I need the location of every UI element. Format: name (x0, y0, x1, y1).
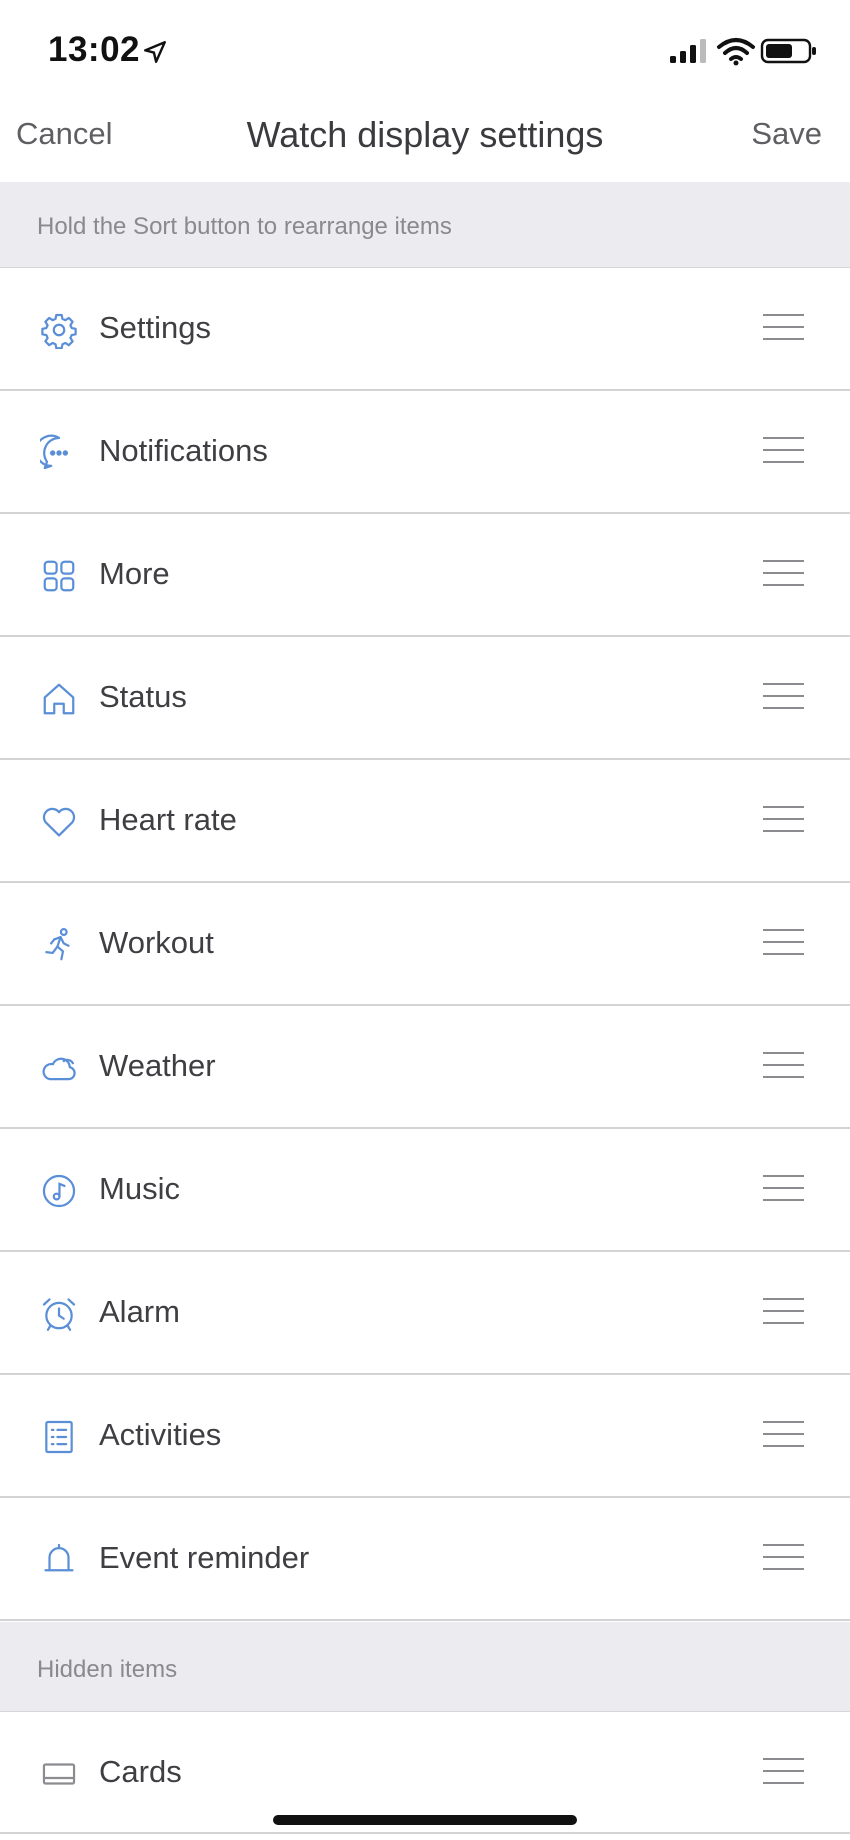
list-icon (40, 1418, 78, 1456)
running-icon (40, 926, 78, 964)
sort-handle[interactable] (763, 1298, 804, 1324)
list-item-label: Alarm (99, 1294, 180, 1329)
home-indicator[interactable] (273, 1815, 577, 1825)
sort-handle[interactable] (763, 806, 804, 832)
sort-hint: Hold the Sort button to rearrange items (37, 213, 452, 240)
location-arrow-icon (144, 41, 166, 63)
list-item-weather[interactable]: Weather (0, 1006, 850, 1129)
cloud-icon (40, 1049, 78, 1087)
grid-icon (40, 557, 78, 595)
list-item-activities[interactable]: Activities (0, 1375, 850, 1498)
sort-handle[interactable] (763, 1544, 804, 1570)
status-time: 13:02 (48, 30, 141, 69)
sort-handle[interactable] (763, 314, 804, 340)
hidden-items-title: Hidden items (37, 1656, 178, 1683)
home-icon (40, 680, 78, 718)
wifi-icon (717, 38, 755, 66)
list-item-workout[interactable]: Workout (0, 883, 850, 1006)
list-item-label: Heart rate (99, 802, 237, 837)
list-item-settings[interactable]: Settings (0, 268, 850, 391)
list-item-label: Settings (99, 310, 212, 345)
chat-bubble-icon (40, 434, 78, 472)
heart-icon (40, 803, 78, 841)
bell-icon (40, 1541, 78, 1579)
list-item-label: Notifications (99, 433, 268, 468)
list-item-status[interactable]: Status (0, 637, 850, 760)
status-bar: 13:02 (0, 0, 850, 100)
list-item-notifications[interactable]: Notifications (0, 391, 850, 514)
sort-handle[interactable] (763, 683, 804, 709)
page-title: Watch display settings (246, 114, 604, 155)
list-item-label: Event reminder (99, 1540, 310, 1575)
list-item-label: Weather (99, 1048, 216, 1083)
sort-handle[interactable] (763, 437, 804, 463)
list-item-heart-rate[interactable]: Heart rate (0, 760, 850, 883)
list-item-label: Workout (99, 925, 214, 960)
sort-handle[interactable] (763, 1758, 804, 1784)
visible-items-section-header: Hold the Sort button to rearrange items (0, 182, 850, 268)
list-item-alarm[interactable]: Alarm (0, 1252, 850, 1375)
sort-handle[interactable] (763, 1421, 804, 1447)
cellular-signal-icon (670, 39, 706, 63)
list-item-event-reminder[interactable]: Event reminder (0, 1498, 850, 1621)
list-item-more[interactable]: More (0, 514, 850, 637)
music-note-icon (40, 1172, 78, 1210)
sort-handle[interactable] (763, 1052, 804, 1078)
save-button[interactable]: Save (751, 116, 822, 152)
list-item-label: Music (99, 1171, 180, 1206)
nav-bar: Cancel Watch display settings Save (0, 100, 850, 182)
list-item-label: Cards (99, 1754, 182, 1789)
list-item-music[interactable]: Music (0, 1129, 850, 1252)
list-item-label: More (99, 556, 170, 591)
sort-handle[interactable] (763, 929, 804, 955)
sort-handle[interactable] (763, 1175, 804, 1201)
list-item-label: Activities (99, 1417, 222, 1452)
alarm-clock-icon (40, 1295, 78, 1333)
gear-icon (40, 311, 78, 349)
card-icon (40, 1755, 78, 1793)
list-item-label: Status (99, 679, 187, 714)
battery-icon (760, 38, 816, 64)
sort-handle[interactable] (763, 560, 804, 586)
hidden-items-section-header: Hidden items (0, 1622, 850, 1712)
